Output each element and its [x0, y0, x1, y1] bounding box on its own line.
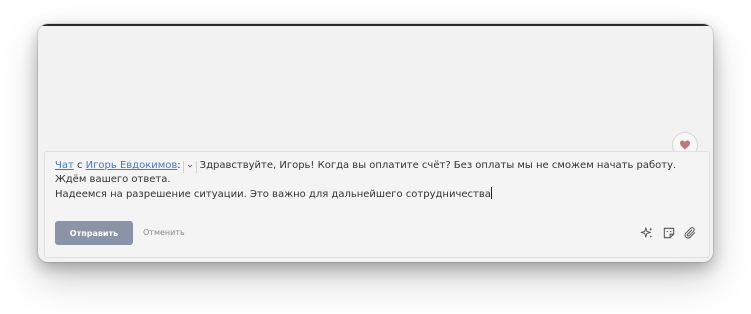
colon-label: :: [177, 160, 181, 171]
heart-icon: [680, 140, 690, 150]
paperclip-icon[interactable]: [683, 226, 697, 240]
window-top-edge: [38, 24, 713, 26]
message-composer: Чат с Игорь Евдокимов: Здравствуйте, Игор…: [44, 151, 710, 258]
with-label: с: [73, 160, 86, 171]
send-button[interactable]: Отправить: [55, 221, 133, 245]
message-line-2: Надеемся на разрешение ситуации. Это важ…: [55, 189, 491, 200]
sticker-icon[interactable]: [662, 226, 676, 240]
text-cursor: [490, 187, 492, 199]
recipient-dropdown-toggle[interactable]: [182, 161, 197, 173]
contact-link[interactable]: Игорь Евдокимов: [86, 160, 178, 171]
chat-window: Чат с Игорь Евдокимов: Здравствуйте, Игор…: [38, 24, 713, 262]
cancel-button[interactable]: Отменить: [143, 228, 185, 237]
message-input[interactable]: Чат с Игорь Евдокимов: Здравствуйте, Игор…: [55, 159, 695, 202]
chat-link[interactable]: Чат: [55, 160, 74, 171]
chevron-down-icon: [187, 164, 192, 168]
sparkles-icon[interactable]: [640, 226, 654, 240]
